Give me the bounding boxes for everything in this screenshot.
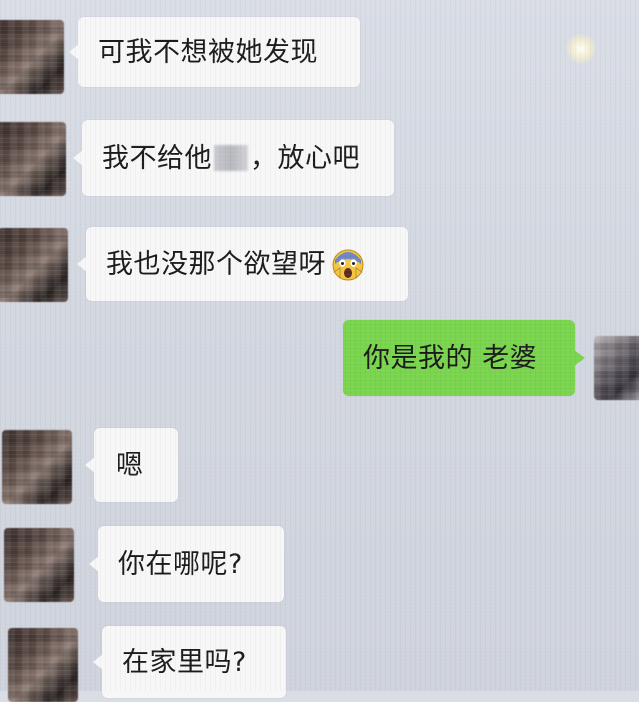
message-bubble[interactable]: 在家里吗? — [102, 626, 286, 698]
message-text: 你是我的 老婆 — [363, 342, 538, 374]
message-text: 在家里吗? — [122, 646, 247, 678]
message-text-before: 我不给他 — [102, 142, 212, 174]
chat-view: 可我不想被她发现 我不给他 ，放心吧 我也没那个欲望呀 你是我的 老婆 嗯 你在… — [0, 0, 639, 702]
message-text: 我也没那个欲望呀 — [106, 248, 326, 280]
message-text: 嗯 — [116, 449, 144, 481]
face-screaming-in-fear-icon — [332, 249, 364, 281]
contact-avatar[interactable] — [0, 122, 66, 196]
message-text: 你在哪呢? — [118, 548, 243, 580]
contact-avatar[interactable] — [0, 20, 64, 94]
message-bubble[interactable]: 我不给他 ，放心吧 — [82, 120, 394, 196]
message-text-after: ，放心吧 — [250, 142, 360, 174]
message-bubble[interactable]: 我也没那个欲望呀 — [86, 227, 408, 301]
message-text: 可我不想被她发现 — [98, 36, 318, 68]
contact-avatar[interactable] — [0, 228, 68, 302]
message-bubble[interactable]: 嗯 — [94, 428, 178, 502]
contact-avatar[interactable] — [2, 430, 72, 504]
contact-avatar[interactable] — [4, 528, 74, 602]
message-bubble[interactable]: 你在哪呢? — [98, 526, 284, 602]
redacted-text — [214, 145, 248, 171]
my-avatar[interactable] — [594, 336, 639, 400]
message-bubble[interactable]: 可我不想被她发现 — [78, 17, 360, 87]
sent-message-bubble[interactable]: 你是我的 老婆 — [343, 320, 575, 396]
screen-glare — [566, 34, 596, 64]
